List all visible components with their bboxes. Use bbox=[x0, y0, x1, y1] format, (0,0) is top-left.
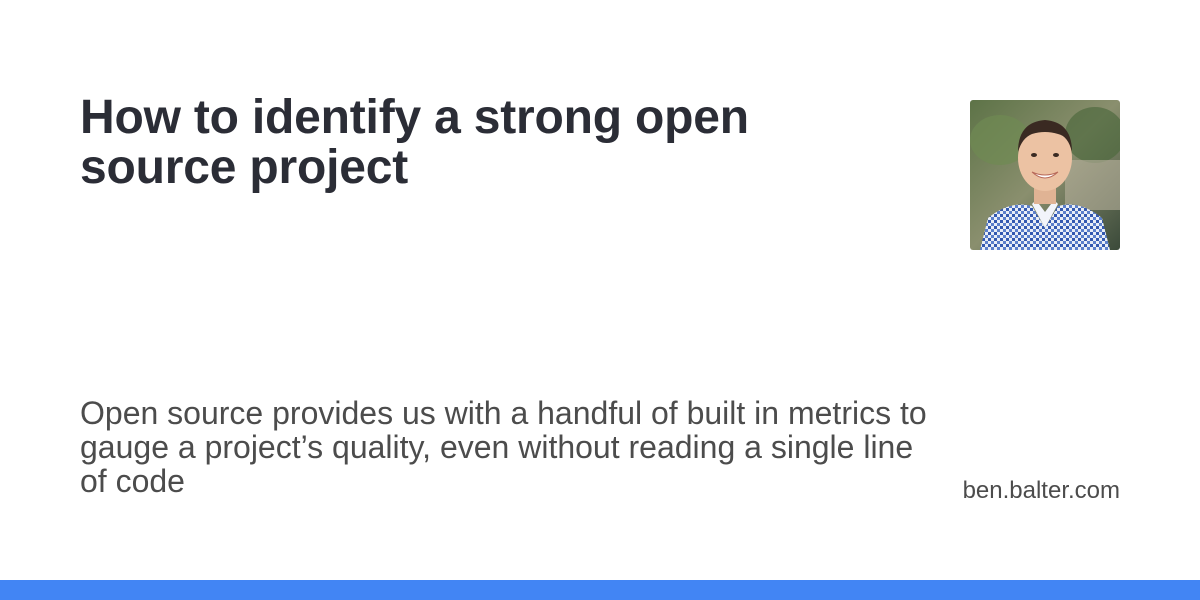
site-domain: ben.balter.com bbox=[962, 477, 1120, 504]
page-description: Open source provides us with a handful o… bbox=[80, 395, 927, 499]
accent-bar bbox=[0, 580, 1200, 600]
author-avatar-icon bbox=[970, 100, 1120, 250]
page-title: How to identify a strong open source pro… bbox=[80, 91, 749, 194]
social-card: How to identify a strong open source pro… bbox=[0, 0, 1200, 600]
